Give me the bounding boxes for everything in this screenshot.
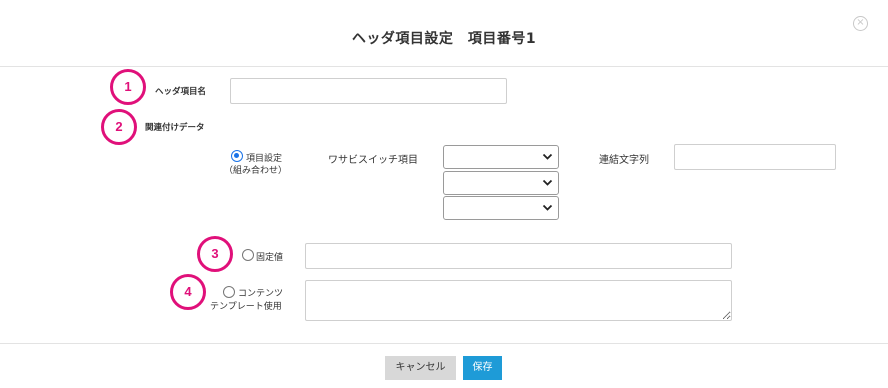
annotation-marker-1: 1 (110, 69, 146, 105)
annotation-marker-2: 2 (101, 109, 137, 145)
fixed-value-label: 固定値 (256, 253, 284, 263)
wasabi-switch-select-2[interactable] (443, 171, 559, 195)
wasabi-switch-select-1[interactable] (443, 145, 559, 169)
header-name-input[interactable] (230, 78, 507, 104)
annotation-marker-3: 3 (197, 236, 233, 272)
wasabi-switch-select-3[interactable] (443, 196, 559, 220)
item-setting-radio[interactable] (231, 150, 243, 162)
dialog-header: ヘッダ項目設定 項目番号1 × (0, 0, 888, 67)
contents-template-radio[interactable] (223, 286, 235, 298)
cancel-button[interactable]: キャンセル (385, 356, 456, 380)
close-icon[interactable]: × (853, 16, 868, 31)
annotation-marker-4: 4 (170, 274, 206, 310)
wasabi-switch-label: ワサビスイッチ項目 (328, 155, 418, 166)
footer-divider (0, 343, 888, 344)
dialog-title: ヘッダ項目設定 項目番号1 (351, 31, 537, 47)
fixed-value-radio[interactable] (242, 249, 254, 261)
header-name-label: ヘッダ項目名 (155, 87, 207, 97)
concat-string-label: 連結文字列 (599, 155, 649, 166)
concat-string-input[interactable] (674, 144, 836, 170)
contents-label-line1: コンテンツ (238, 289, 284, 299)
contents-template-textarea[interactable] (305, 280, 732, 321)
header-settings-dialog: ヘッダ項目設定 項目番号1 × 1 ヘッダ項目名 2 関連付けデータ 項目設定 … (0, 0, 888, 388)
related-data-label: 関連付けデータ (145, 123, 205, 133)
save-button[interactable]: 保存 (463, 356, 502, 380)
chevron-down-icon (542, 153, 553, 160)
contents-label-line2: テンプレート使用 (210, 302, 282, 312)
fixed-value-input[interactable] (305, 243, 732, 269)
chevron-down-icon (542, 204, 553, 211)
chevron-down-icon (542, 179, 553, 186)
item-setting-sublabel: （組み合わせ） (224, 166, 288, 176)
